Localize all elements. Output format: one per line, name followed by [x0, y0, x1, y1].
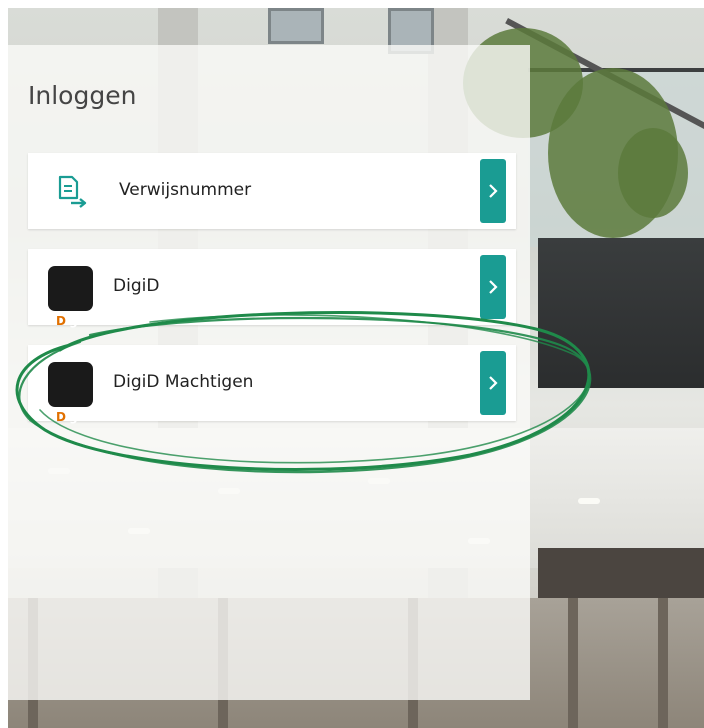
login-option-digid-machtigen[interactable]: Digi D DigiD Machtigen — [28, 345, 516, 424]
chevron-right-button[interactable] — [480, 255, 506, 319]
chevron-right-icon — [489, 280, 498, 294]
page-title: Inloggen — [28, 81, 137, 110]
login-option-label: Verwijsnummer — [119, 180, 252, 200]
login-option-label: DigiD — [113, 276, 160, 296]
chevron-right-icon — [489, 376, 498, 390]
login-option-label: DigiD Machtigen — [113, 372, 254, 392]
document-arrow-icon — [48, 170, 93, 215]
chevron-right-icon — [489, 184, 498, 198]
login-option-digid[interactable]: Digi D DigiD — [28, 249, 516, 328]
digid-logo: Digi D — [48, 266, 93, 328]
login-option-verwijsnummer[interactable]: Verwijsnummer — [28, 153, 516, 229]
digid-logo: Digi D — [48, 362, 93, 424]
chevron-right-button[interactable] — [480, 351, 506, 415]
chevron-right-button[interactable] — [480, 159, 506, 223]
login-panel: Inloggen Verwijsnummer Digi D DigiD Digi… — [8, 45, 530, 700]
